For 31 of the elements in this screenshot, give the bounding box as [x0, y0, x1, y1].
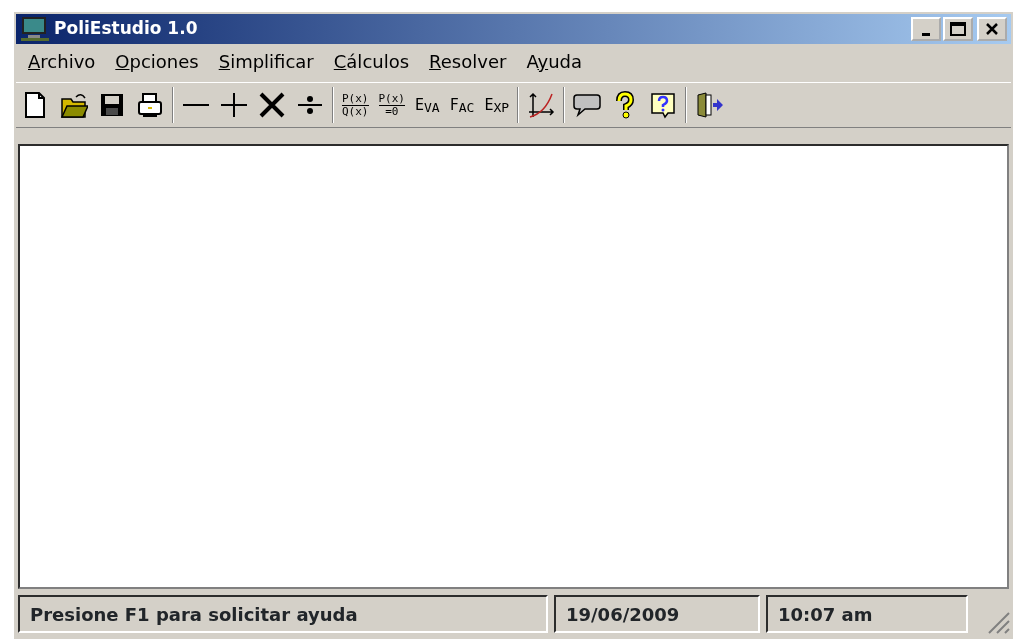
- menu-item[interactable]: Cálculos: [325, 47, 418, 75]
- menu-item[interactable]: Archivo: [20, 47, 104, 75]
- toolbar-button[interactable]: P(x) Q(x): [340, 85, 371, 125]
- toolbar-button[interactable]: P(x) =0: [376, 85, 407, 125]
- menu-item[interactable]: Ayuda: [518, 47, 590, 75]
- status-panel: 10:07 am: [766, 595, 968, 633]
- computer-icon: [20, 16, 50, 42]
- window-title: PoliEstudio 1.0: [54, 17, 198, 41]
- close-icon: [985, 22, 999, 36]
- close-button[interactable]: [977, 17, 1007, 41]
- menu-item[interactable]: Resolver: [421, 47, 515, 75]
- multiply-icon: [258, 91, 286, 119]
- toolbar-button[interactable]: E$_{VA}$: [413, 85, 442, 125]
- folder-icon: [60, 91, 88, 119]
- maximize-button[interactable]: [943, 17, 973, 41]
- status-panel: 19/06/2009: [554, 595, 760, 633]
- maximize-icon: [950, 22, 966, 36]
- minimize-icon: [922, 32, 930, 36]
- help-bubble-icon: [649, 91, 678, 119]
- graph-icon: [527, 91, 556, 119]
- minus-icon: [182, 103, 210, 107]
- status-panel: Presione F1 para solicitar ayuda: [18, 595, 548, 633]
- minimize-button[interactable]: [911, 17, 941, 41]
- menu-item[interactable]: Simplificar: [210, 47, 322, 75]
- printer-icon: [136, 91, 164, 119]
- menu-item[interactable]: Opciones: [107, 47, 207, 75]
- toolbar-button[interactable]: E$_{XP}$: [482, 85, 512, 125]
- exit-door-icon: [695, 91, 724, 119]
- speech-bubble-icon: [573, 91, 602, 119]
- toolbar-button[interactable]: F$_{AC}$: [447, 85, 477, 125]
- plus-icon: [220, 91, 248, 119]
